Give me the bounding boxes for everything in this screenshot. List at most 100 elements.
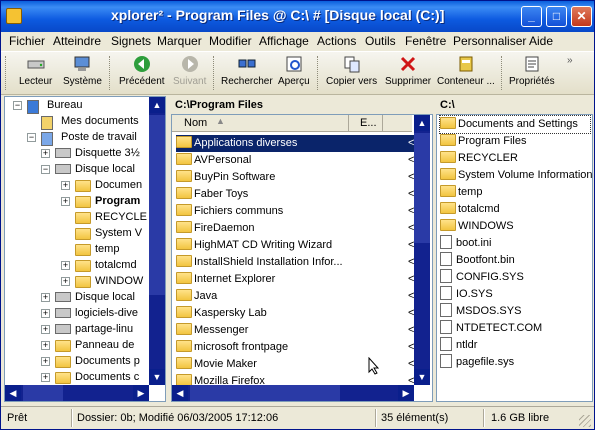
expand-icon[interactable]: + [41, 357, 50, 366]
file-list-row[interactable]: HighMAT CD Writing Wizard < [176, 237, 414, 254]
tree-item[interactable]: + Documents c [5, 369, 149, 386]
file-list-row[interactable]: Applications diverses < [176, 135, 414, 152]
file-row[interactable]: pagefile.sys [440, 354, 590, 371]
tree-item[interactable]: − Bureau [5, 97, 149, 114]
folder-tree-pane[interactable]: − Bureau Mes documents − Poste de travail + Di… [4, 96, 166, 402]
suivant-button[interactable]: Suivant [173, 54, 206, 87]
program-files-pane[interactable]: Nom ▲ E... Applications diverses < AVPerso… [171, 114, 433, 402]
menu-affichage[interactable]: Affichage [259, 34, 309, 48]
tree-item[interactable]: − Poste de travail [5, 129, 149, 146]
tree-item[interactable]: − Disque local [5, 161, 149, 178]
folder-row[interactable]: System Volume Information [440, 167, 592, 184]
title-bar[interactable]: xplorer² - Program Files @ C:\ # [Disque… [1, 1, 594, 32]
column-ext-header[interactable]: E... [360, 117, 377, 129]
supprimer-button[interactable]: Supprimer [385, 54, 431, 87]
scroll-down-icon[interactable]: ▼ [414, 369, 430, 385]
tree-item[interactable]: + Program [5, 193, 149, 210]
tree-item[interactable]: + Disquette 3½ [5, 145, 149, 162]
systeme-button[interactable]: Système [63, 54, 102, 87]
rechercher-button[interactable]: Rechercher [221, 54, 273, 87]
folder-row[interactable]: Program Files [440, 133, 590, 150]
scroll-left-icon[interactable]: ◀ [5, 385, 21, 401]
collapse-icon[interactable]: − [27, 133, 36, 142]
file-list-row[interactable]: AVPersonal < [176, 152, 414, 169]
close-button[interactable]: ✕ [571, 6, 592, 27]
file-row[interactable]: boot.ini [440, 235, 590, 252]
file-row[interactable]: Bootfont.bin [440, 252, 590, 269]
copier-vers-button[interactable]: Copier vers [326, 54, 377, 87]
tree-horizontal-scrollbar[interactable]: ◀ ▶ [5, 385, 149, 401]
app-icon[interactable] [6, 8, 22, 24]
tree-item[interactable]: + Disque local [5, 289, 149, 306]
expand-icon[interactable]: + [41, 373, 50, 382]
tree-item[interactable]: temp [5, 241, 149, 258]
apercu-button[interactable]: Aperçu [278, 54, 310, 87]
file-row[interactable]: CONFIG.SYS [440, 269, 590, 286]
folder-row[interactable]: temp [440, 184, 590, 201]
collapse-icon[interactable]: − [41, 165, 50, 174]
scroll-thumb[interactable] [190, 385, 340, 401]
file-list-row[interactable]: Java < [176, 288, 414, 305]
expand-icon[interactable]: + [41, 149, 50, 158]
maximize-button[interactable]: □ [546, 6, 567, 27]
folder-row[interactable]: RECYCLER [440, 150, 590, 167]
file-list-row[interactable]: FireDaemon < [176, 220, 414, 237]
file-list-row[interactable]: BuyPin Software < [176, 169, 414, 186]
precedent-button[interactable]: Précédent [119, 54, 165, 87]
file-list-row[interactable]: Faber Toys < [176, 186, 414, 203]
scroll-thumb[interactable] [23, 385, 63, 401]
lecteur-button[interactable]: Lecteur [19, 54, 52, 87]
folder-row[interactable]: WINDOWS [440, 218, 590, 235]
expand-icon[interactable]: + [41, 341, 50, 350]
menu-aide[interactable]: Aide [529, 34, 553, 48]
menu-fenetre[interactable]: Fenêtre [405, 34, 446, 48]
conteneur-button[interactable]: Conteneur ... [437, 54, 495, 87]
column-divider[interactable] [348, 115, 349, 132]
expand-icon[interactable]: + [61, 197, 70, 206]
folder-row[interactable]: totalcmd [440, 201, 590, 218]
column-divider[interactable] [382, 115, 383, 132]
scroll-down-icon[interactable]: ▼ [149, 369, 165, 385]
menu-atteindre[interactable]: Atteindre [53, 34, 101, 48]
tree-item[interactable]: + logiciels-dive [5, 305, 149, 322]
expand-icon[interactable]: + [41, 293, 50, 302]
drive-root-pane[interactable]: Documents and Settings Program Files RECYC… [436, 114, 593, 402]
expand-icon[interactable]: + [61, 181, 70, 190]
file-row[interactable]: IO.SYS [440, 286, 590, 303]
file-list-row[interactable]: microsoft frontpage < [176, 339, 414, 356]
tree-vertical-scrollbar[interactable]: ▲ ▼ [149, 97, 165, 385]
scroll-up-icon[interactable]: ▲ [414, 115, 430, 131]
scroll-right-icon[interactable]: ▶ [133, 385, 149, 401]
menu-actions[interactable]: Actions [317, 34, 356, 48]
scroll-left-icon[interactable]: ◀ [172, 385, 188, 401]
tree-item[interactable]: + totalcmd [5, 257, 149, 274]
collapse-icon[interactable]: − [13, 101, 22, 110]
tree-item[interactable]: + partage-linu [5, 321, 149, 338]
scroll-up-icon[interactable]: ▲ [149, 97, 165, 113]
expand-icon[interactable]: + [61, 277, 70, 286]
middle-horizontal-scrollbar[interactable]: ◀ ▶ [172, 385, 414, 401]
menu-modifier[interactable]: Modifier [209, 34, 252, 48]
tree-item[interactable]: RECYCLE [5, 209, 149, 226]
file-list-row[interactable]: Internet Explorer < [176, 271, 414, 288]
expand-icon[interactable]: + [41, 325, 50, 334]
menu-outils[interactable]: Outils [365, 34, 396, 48]
menu-fichier[interactable]: Fichier [9, 34, 45, 48]
folder-row[interactable]: Documents and Settings [439, 115, 591, 134]
menu-signets[interactable]: Signets [111, 34, 151, 48]
expand-icon[interactable]: + [41, 309, 50, 318]
menu-personnaliser[interactable]: Personnaliser [453, 34, 526, 48]
tree-item[interactable]: + Panneau de [5, 337, 149, 354]
toolbar-overflow-icon[interactable]: » [567, 55, 573, 66]
tree-item[interactable]: + Documen [5, 177, 149, 194]
file-list-row[interactable]: Kaspersky Lab < [176, 305, 414, 322]
scroll-right-icon[interactable]: ▶ [398, 385, 414, 401]
column-name-header[interactable]: Nom [184, 117, 207, 129]
tree-item[interactable]: + WINDOW [5, 273, 149, 290]
proprietes-button[interactable]: Propriétés [509, 54, 555, 87]
middle-vertical-scrollbar[interactable]: ▲ ▼ [414, 115, 430, 385]
menu-marquer[interactable]: Marquer [157, 34, 202, 48]
tree-item[interactable]: System V [5, 225, 149, 242]
expand-icon[interactable]: + [61, 261, 70, 270]
scroll-thumb[interactable] [149, 115, 165, 295]
